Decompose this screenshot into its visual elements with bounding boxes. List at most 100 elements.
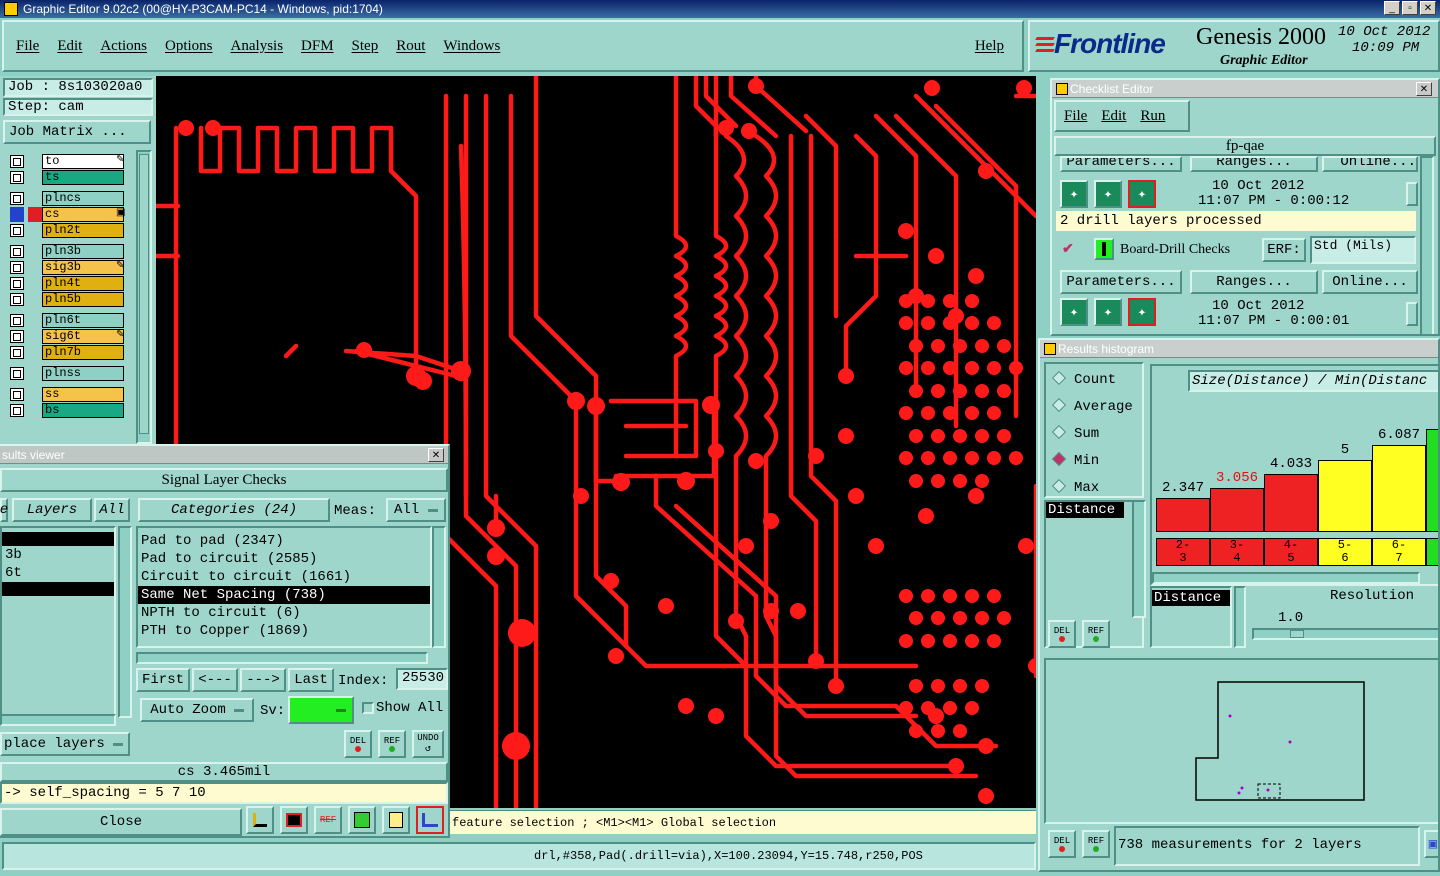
layer-row[interactable]: pln3b <box>6 244 124 259</box>
tab-all[interactable]: All <box>94 498 130 522</box>
hist-del-button[interactable]: DEL <box>1048 620 1076 648</box>
prev-button[interactable]: <--- <box>192 668 238 692</box>
parameters-tab-1[interactable]: Parameters... <box>1060 156 1182 172</box>
layers-list-item[interactable]: 3b <box>2 546 114 564</box>
category-item[interactable]: NPTH to circuit (6) <box>138 604 430 622</box>
layer-row[interactable]: pln5b <box>6 292 124 307</box>
layer-scrollbar[interactable] <box>136 150 152 444</box>
job-matrix-button[interactable]: Job Matrix ... <box>3 120 151 144</box>
category-item[interactable]: Circuit to circuit (1661) <box>138 568 430 586</box>
categories-scrollbar[interactable] <box>432 526 446 648</box>
erf-value[interactable]: Std (Mils) <box>1310 236 1416 264</box>
layer-checkbox[interactable] <box>10 388 24 401</box>
category-item[interactable]: PTH to Copper (1869) <box>138 622 430 640</box>
close-button[interactable]: Close <box>0 808 242 836</box>
distance-scrollbar[interactable] <box>1132 500 1146 618</box>
layer-checkbox[interactable] <box>10 277 24 290</box>
meas-dropdown[interactable]: All <box>386 498 446 522</box>
layer-checkbox[interactable] <box>10 367 24 380</box>
menu-rout[interactable]: Rout <box>396 38 425 55</box>
layer-row[interactable]: sig6t ✎ <box>6 329 124 344</box>
distance-list-2-scrollbar[interactable] <box>1234 586 1246 648</box>
checklist-scrollbar[interactable] <box>1420 156 1434 334</box>
show-all-checkbox[interactable] <box>362 702 374 714</box>
last-button[interactable]: Last <box>288 668 334 692</box>
run-figure-icon[interactable]: ✦ <box>1128 180 1156 208</box>
layer-checkbox[interactable] <box>10 224 24 237</box>
minimize-button[interactable]: _ <box>1384 1 1400 15</box>
layer-name[interactable]: cs <box>42 207 124 222</box>
layer-row[interactable]: pln7b <box>6 345 124 360</box>
layer-checkbox[interactable] <box>10 171 24 184</box>
replace-layers-dropdown[interactable]: place layers <box>0 732 130 756</box>
layer-name[interactable]: sig6t <box>42 329 124 344</box>
layer-row[interactable]: sig3b ✎ <box>6 260 124 275</box>
parameters-tab-2[interactable]: Parameters... <box>1060 270 1182 294</box>
menu-actions[interactable]: Actions <box>100 38 147 55</box>
histogram-bar[interactable] <box>1264 474 1318 532</box>
histogram-bar[interactable] <box>1318 460 1372 532</box>
mode-max[interactable]: Max <box>1051 478 1099 496</box>
run-figure-icon[interactable]: ✦ <box>1094 180 1122 208</box>
distance-list-item[interactable]: Distance <box>1152 590 1230 606</box>
histogram-bar[interactable] <box>1372 445 1426 532</box>
histogram-bar[interactable] <box>1156 498 1210 532</box>
layer-row[interactable]: cs ▣ <box>6 207 125 222</box>
online-tab-2[interactable]: Online... <box>1322 270 1418 294</box>
layer-row[interactable]: to ✎ <box>6 154 124 169</box>
checklist-menu-run[interactable]: Run <box>1140 108 1165 125</box>
categories-list[interactable]: Pad to pad (2347) Pad to circuit (2585) … <box>136 526 432 648</box>
ref-button[interactable]: REF <box>378 730 406 758</box>
report-icon[interactable] <box>382 806 410 834</box>
run-figure-icon[interactable]: ✦ <box>1128 298 1156 326</box>
layer-row[interactable]: plnss <box>6 366 124 381</box>
mode-sum[interactable]: Sum <box>1051 424 1099 442</box>
drill-icon[interactable] <box>1094 238 1114 260</box>
tab-categories[interactable]: Categories (24) <box>138 498 330 522</box>
tab-layers[interactable]: Layers <box>12 498 92 522</box>
maximize-button[interactable]: ▫ <box>1402 1 1418 15</box>
layer-name[interactable]: ss <box>42 387 124 402</box>
histogram-bar[interactable] <box>1426 429 1438 532</box>
layer-checkbox[interactable] <box>10 346 24 359</box>
tab-partial[interactable]: e <box>0 498 8 522</box>
resolution-slider[interactable] <box>1252 628 1438 640</box>
checklist-close-icon[interactable]: ✕ <box>1416 82 1432 96</box>
layer-row[interactable]: ss <box>6 387 124 402</box>
layers-list-item[interactable]: 6t <box>2 564 114 582</box>
layer-row[interactable]: bs <box>6 403 124 418</box>
menu-analysis[interactable]: Analysis <box>231 38 284 55</box>
hist-ref-button[interactable]: REF <box>1082 620 1110 648</box>
layer-checkbox[interactable] <box>10 293 24 306</box>
layers-hscrollbar[interactable] <box>0 714 116 726</box>
auto-zoom-dropdown[interactable]: Auto Zoom <box>140 698 254 722</box>
histogram-icon[interactable] <box>416 806 444 834</box>
chart-icon[interactable]: ▣ <box>1424 830 1438 858</box>
layer-checkbox[interactable] <box>10 314 24 327</box>
menu-windows[interactable]: Windows <box>443 38 500 55</box>
layer-name[interactable]: pln3b <box>42 244 124 259</box>
del-button[interactable]: DEL <box>344 730 372 758</box>
layers-list-item[interactable] <box>2 582 114 596</box>
categories-hscrollbar[interactable] <box>136 652 428 664</box>
layer-checkbox[interactable] <box>10 155 24 168</box>
sv-color-dropdown[interactable] <box>288 696 354 724</box>
layer-row[interactable]: pln4t <box>6 276 124 291</box>
layer-row[interactable]: ts <box>6 170 124 185</box>
first-button[interactable]: First <box>136 668 190 692</box>
layer-checkbox[interactable] <box>10 330 24 343</box>
index-input[interactable]: 25530 <box>396 668 448 690</box>
next-button[interactable]: ---> <box>240 668 286 692</box>
layer-row[interactable]: pln6t <box>6 313 124 328</box>
erf-button[interactable]: ERF: <box>1262 238 1306 262</box>
layers-list[interactable]: 3b 6t <box>0 526 116 718</box>
stats-icon[interactable] <box>246 806 274 834</box>
histogram-hscrollbar[interactable] <box>1152 572 1420 584</box>
board-preview[interactable] <box>1044 658 1438 824</box>
mode-min[interactable]: Min <box>1051 451 1099 469</box>
layer-name[interactable]: pln7b <box>42 345 124 360</box>
menu-dfm[interactable]: DFM <box>301 38 334 55</box>
menu-step[interactable]: Step <box>352 38 379 55</box>
run-figure-icon[interactable]: ✦ <box>1060 180 1088 208</box>
bottom-del-button[interactable]: DEL <box>1048 830 1076 858</box>
